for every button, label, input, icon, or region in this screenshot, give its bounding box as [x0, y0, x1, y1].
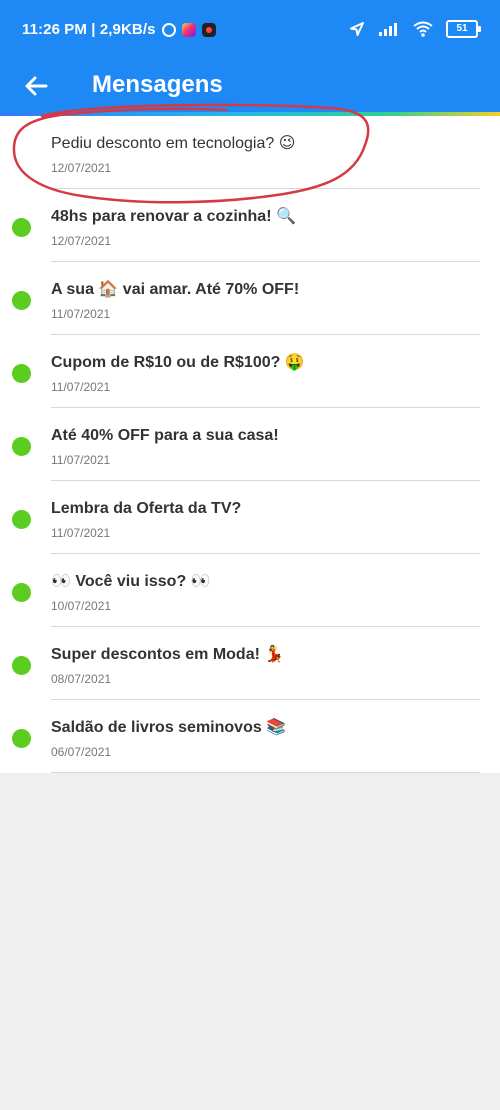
message-title: Pediu desconto em tecnologia? 😉 [51, 135, 296, 152]
message-item[interactable]: Super descontos em Moda! 💃 08/07/2021 [0, 627, 500, 700]
signal-icon [379, 23, 397, 36]
message-date: 11/07/2021 [51, 453, 111, 467]
message-content: Saldão de livros seminovos 📚 06/07/2021 [51, 718, 476, 759]
page-title: Mensagens [92, 71, 223, 98]
unread-indicator [12, 291, 31, 310]
message-title: Lembra da Oferta da TV? [51, 500, 242, 517]
message-item[interactable]: 👀 Você viu isso? 👀 10/07/2021 [0, 554, 500, 627]
wifi-icon [413, 21, 433, 37]
message-date: 12/07/2021 [51, 161, 112, 175]
message-title: 👀 Você viu isso? 👀 [51, 573, 211, 590]
app-header: 11:26 PM | 2,9KB/s 51 Mensagens [0, 0, 500, 116]
message-date: 11/07/2021 [51, 526, 111, 540]
status-right: 51 [348, 20, 481, 38]
alarm-icon [161, 22, 176, 37]
unread-indicator [12, 437, 31, 456]
unread-indicator [12, 729, 31, 748]
message-item[interactable]: Saldão de livros seminovos 📚 06/07/2021 [0, 700, 500, 773]
message-title: Saldão de livros seminovos 📚 [51, 719, 287, 736]
message-date: 06/07/2021 [51, 745, 112, 759]
unread-indicator [12, 510, 31, 529]
message-date: 12/07/2021 [51, 234, 112, 248]
back-button[interactable] [18, 68, 54, 104]
message-item[interactable]: Até 40% OFF para a sua casa! 11/07/2021 [0, 408, 500, 481]
message-date: 11/07/2021 [51, 380, 111, 394]
message-item[interactable]: Cupom de R$10 ou de R$100? 🤑 11/07/2021 [0, 335, 500, 408]
message-content: Cupom de R$10 ou de R$100? 🤑 11/07/2021 [51, 353, 476, 394]
instagram-icon [181, 22, 196, 37]
message-content: Lembra da Oferta da TV? 11/07/2021 [51, 499, 476, 540]
unread-indicator [12, 218, 31, 237]
message-title: A sua 🏠 vai amar. Até 70% OFF! [51, 281, 300, 298]
app-notification-icon [201, 22, 216, 37]
unread-indicator [12, 656, 31, 675]
message-content: 👀 Você viu isso? 👀 10/07/2021 [51, 572, 476, 613]
message-title: Super descontos em Moda! 💃 [51, 646, 285, 663]
message-date: 10/07/2021 [51, 599, 112, 613]
message-content: Pediu desconto em tecnologia? 😉 12/07/20… [51, 134, 476, 175]
message-item[interactable]: Lembra da Oferta da TV? 11/07/2021 [0, 481, 500, 554]
message-item[interactable]: A sua 🏠 vai amar. Até 70% OFF! 11/07/202… [0, 262, 500, 335]
status-left: 11:26 PM | 2,9KB/s [22, 21, 216, 38]
message-content: 48hs para renovar a cozinha! 🔍 12/07/202… [51, 207, 476, 248]
unread-indicator [12, 364, 31, 383]
message-title: Até 40% OFF para a sua casa! [51, 427, 279, 444]
status-bar: 11:26 PM | 2,9KB/s 51 [0, 0, 500, 62]
unread-indicator [12, 583, 31, 602]
battery-icon: 51 [446, 20, 481, 38]
toolbar: Mensagens [0, 62, 500, 110]
message-title: 48hs para renovar a cozinha! 🔍 [51, 208, 296, 225]
message-content: Até 40% OFF para a sua casa! 11/07/2021 [51, 426, 476, 467]
message-date: 11/07/2021 [51, 307, 111, 321]
message-content: A sua 🏠 vai amar. Até 70% OFF! 11/07/202… [51, 280, 476, 321]
message-item[interactable]: 48hs para renovar a cozinha! 🔍 12/07/202… [0, 189, 500, 262]
message-title: Cupom de R$10 ou de R$100? 🤑 [51, 354, 305, 371]
message-list: Pediu desconto em tecnologia? 😉 12/07/20… [0, 116, 500, 773]
location-icon [350, 22, 364, 36]
message-item[interactable]: Pediu desconto em tecnologia? 😉 12/07/20… [0, 116, 500, 189]
status-time-speed: 11:26 PM | 2,9KB/s [22, 21, 156, 38]
message-date: 08/07/2021 [51, 672, 112, 686]
message-content: Super descontos em Moda! 💃 08/07/2021 [51, 645, 476, 686]
back-arrow-icon[interactable] [22, 72, 50, 100]
